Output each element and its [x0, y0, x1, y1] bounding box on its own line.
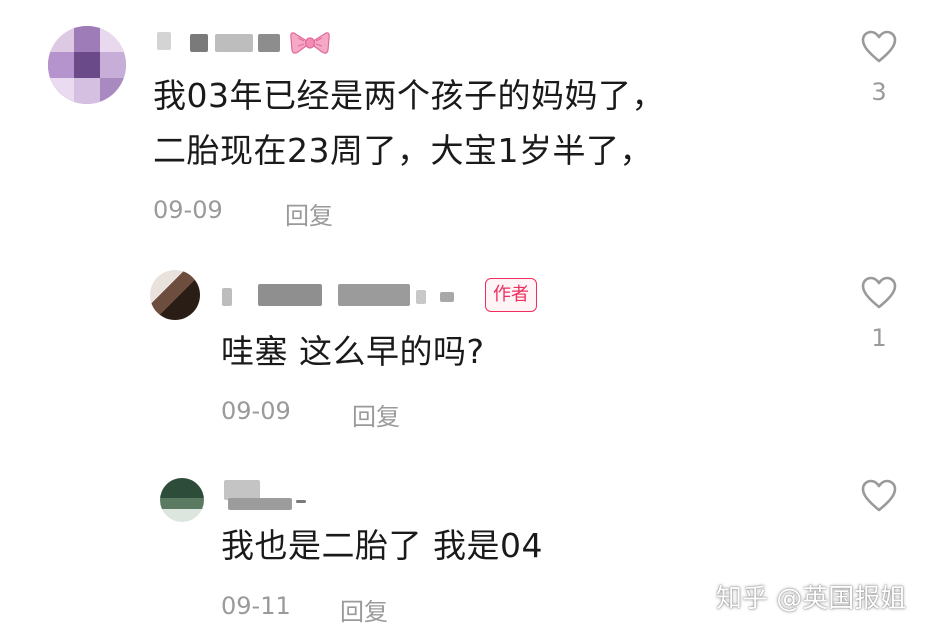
author-badge: 作者 — [485, 278, 537, 312]
avatar-pixel — [100, 78, 126, 104]
bow-emoji-icon — [290, 32, 330, 54]
reply-button[interactable]: 回复 — [340, 592, 388, 627]
blur-block — [338, 284, 410, 306]
avatar-pixel — [48, 26, 74, 52]
blur-block — [258, 34, 280, 52]
avatar[interactable] — [160, 478, 204, 522]
comment-text-line: 我也是二胎了 我是04 — [221, 526, 543, 565]
heart-outline-icon[interactable] — [861, 276, 897, 310]
blur-block — [190, 34, 208, 52]
blur-block — [157, 32, 171, 50]
avatar-pixel — [100, 52, 126, 78]
like-count: 1 — [871, 324, 887, 352]
heart-outline-icon[interactable] — [861, 30, 897, 64]
avatar-pixel — [48, 52, 74, 78]
comment-text-line: 二胎现在23周了，大宝1岁半了， — [153, 131, 653, 170]
watermark: 知乎 @英国报姐 — [716, 584, 907, 614]
blur-block — [258, 284, 322, 306]
comment-date: 09-11 — [221, 592, 291, 620]
avatar-pixel — [74, 26, 100, 52]
avatar-pixel — [74, 78, 100, 104]
reply-button[interactable]: 回复 — [285, 196, 333, 231]
blur-block — [296, 500, 306, 503]
heart-outline-icon[interactable] — [861, 479, 897, 513]
blur-block — [224, 480, 260, 500]
avatar-pixel — [48, 78, 74, 104]
avatar-pixel — [100, 26, 126, 52]
avatar[interactable] — [150, 270, 200, 320]
like-count: 3 — [871, 78, 887, 106]
blur-block — [416, 290, 426, 304]
blur-block — [222, 288, 232, 306]
blur-block — [228, 498, 292, 510]
comment-date: 09-09 — [221, 397, 291, 425]
avatar[interactable] — [48, 26, 126, 104]
reply-button[interactable]: 回复 — [352, 397, 400, 432]
blur-block — [215, 34, 253, 52]
comment-date: 09-09 — [153, 196, 223, 224]
blur-block — [440, 292, 454, 302]
comment-text-line: 我03年已经是两个孩子的妈妈了， — [153, 76, 665, 115]
avatar-pixel — [74, 52, 100, 78]
comment-text-line: 哇塞 这么早的吗? — [221, 332, 485, 371]
